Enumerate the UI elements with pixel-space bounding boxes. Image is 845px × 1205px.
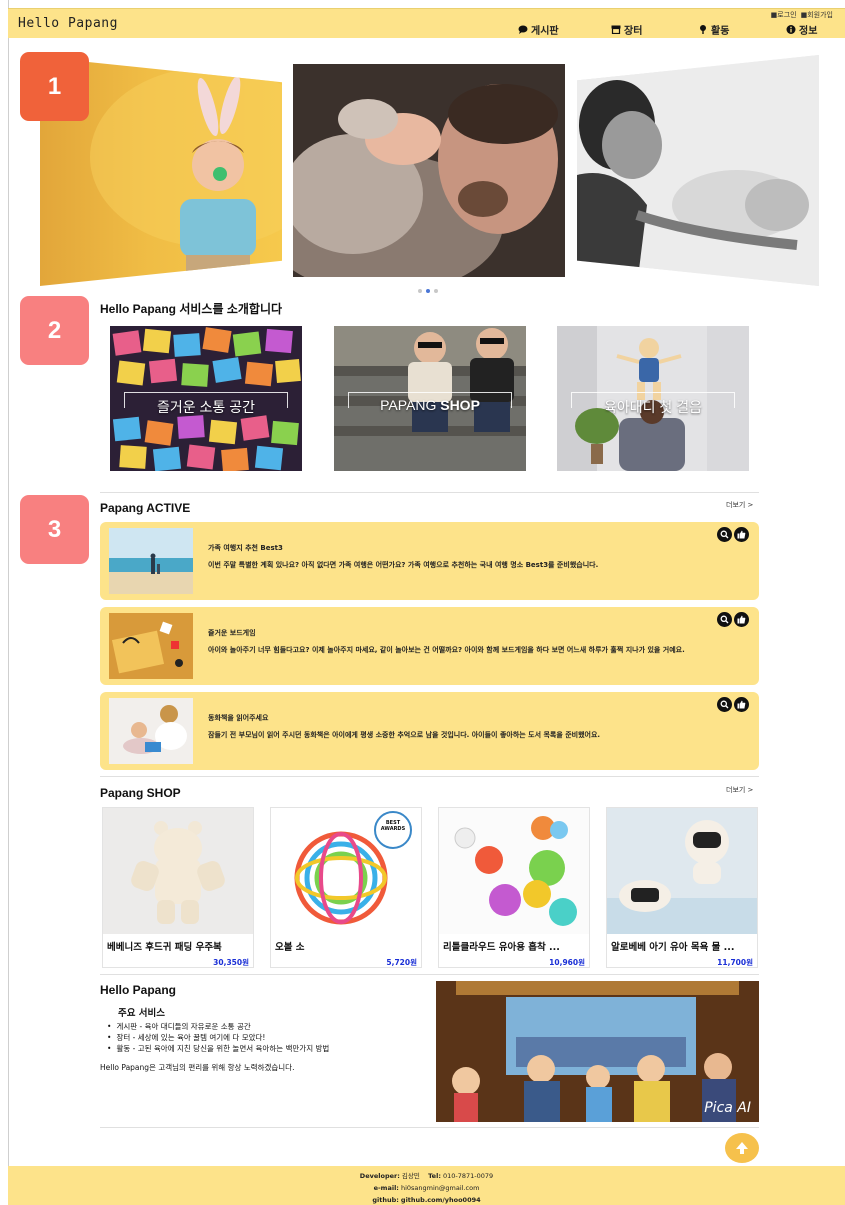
top-navbar: Hello Papang ■로그인 ■회원가입 게시판 장터 활동 정보	[8, 8, 845, 38]
about-note: Hello Papang은 고객님의 편리를 위해 항상 노력하겠습니다.	[100, 1063, 295, 1072]
store-icon	[611, 25, 621, 34]
carousel-dots	[418, 289, 438, 293]
active-item-actions	[717, 612, 749, 627]
divider	[100, 492, 759, 493]
main-nav: 게시판 장터 활동 정보	[518, 22, 838, 37]
active-card[interactable]: 즐거운 보드게임 아이와 놀아주기 너무 힘들다고요? 이제 놀아주지 마세요,…	[100, 607, 759, 685]
family-cinema-illustration: Pica AI	[436, 981, 759, 1122]
active-item-title: 동화책을 읽어주세요	[208, 714, 269, 722]
nav-item-board[interactable]: 게시판	[518, 22, 559, 37]
divider	[100, 974, 759, 975]
active-item-actions	[717, 527, 749, 542]
shop-more-link[interactable]: 더보기 >	[726, 785, 753, 795]
footer-email-line: e-mail: hi0sangmin@gmail.com	[373, 1184, 480, 1192]
carousel-slide-active[interactable]	[293, 64, 565, 277]
login-link[interactable]: ■로그인	[771, 10, 797, 20]
product-image	[439, 808, 589, 934]
search-icon[interactable]	[717, 612, 732, 627]
auth-links: ■로그인 ■회원가입	[771, 10, 833, 20]
step-badge-2: 2	[20, 296, 89, 365]
carousel-dot-active[interactable]	[426, 289, 430, 293]
product-price: 5,720원	[386, 958, 417, 967]
product-name: 리틀클라우드 유아용 흡착 ...	[443, 942, 560, 953]
father-kissing-baby-photo	[577, 55, 819, 286]
about-title: Hello Papang	[100, 983, 177, 997]
pin-icon	[700, 25, 706, 34]
brand-logo[interactable]: Hello Papang	[18, 16, 118, 31]
nav-item-market[interactable]: 장터	[611, 22, 642, 37]
active-card[interactable]: 동화책을 읽어주세요 잠들기 전 부모님이 읽어 주시던 동화책은 아이에게 평…	[100, 692, 759, 770]
active-item-title: 가족 여행지 추천 Best3	[208, 544, 283, 552]
services-title: Hello Papang 서비스를 소개합니다	[100, 302, 283, 316]
nav-label: 정보	[799, 26, 818, 37]
service-card-first-steps[interactable]: 육아대디 첫 걸음	[557, 326, 749, 471]
nav-item-info[interactable]: 정보	[786, 22, 817, 37]
divider	[100, 1127, 759, 1128]
footer-github-line: github: github.com/yhoo0094	[372, 1196, 481, 1204]
service-card-shop[interactable]: PAPANG SHOP	[334, 326, 526, 471]
nav-item-activity[interactable]: 활동	[698, 22, 729, 37]
nav-label: 장터	[624, 26, 643, 37]
footer: Developer: 김상민 Tel: 010-7871-0079 e-mail…	[8, 1166, 845, 1205]
email-link[interactable]: hi0sangmin@gmail.com	[401, 1184, 479, 1192]
active-card[interactable]: 가족 여행지 추천 Best3 이번 주말 특별한 계획 있나요? 아직 없다면…	[100, 522, 759, 600]
product-price: 11,700원	[717, 958, 753, 967]
service-card-community[interactable]: 즐거운 소통 공간	[110, 326, 302, 471]
carousel-slide-next[interactable]	[577, 55, 819, 286]
about-subtitle: 주요 서비스	[118, 1008, 166, 1019]
product-price: 10,960원	[549, 958, 585, 967]
product-card[interactable]: 베베니즈 후드귀 패딩 우주복 30,350원	[102, 807, 254, 968]
shop-title: Papang SHOP	[100, 786, 181, 800]
signup-link[interactable]: ■회원가입	[801, 10, 833, 20]
active-item-desc: 이번 주말 특별한 계획 있나요? 아직 없다면 가족 여행은 어떤가요? 가족…	[208, 561, 599, 569]
github-link[interactable]: github.com/yhoo0094	[401, 1196, 481, 1204]
active-more-link[interactable]: 더보기 >	[726, 500, 753, 510]
divider	[100, 776, 759, 777]
chat-bubble-icon	[518, 25, 528, 34]
footer-developer-line: Developer: 김상민 Tel: 010-7871-0079	[359, 1172, 494, 1180]
active-item-actions	[717, 697, 749, 712]
board-game-thumbnail	[109, 613, 193, 679]
active-item-desc: 잠들기 전 부모님이 읽어 주시던 동화책은 아이에게 평생 소중한 추억으로 …	[208, 731, 601, 739]
mother-reading-thumbnail	[109, 698, 193, 764]
product-name: 오볼 소	[275, 942, 305, 953]
list-item: 장터 - 세상에 있는 육아 꿀템 여기에 다 모았다!	[107, 1032, 329, 1043]
arrow-up-icon	[736, 1142, 748, 1154]
active-item-desc: 아이와 놀아주기 너무 힘들다고요? 이제 놀아주지 마세요, 같이 놀아보는 …	[208, 646, 685, 654]
product-image	[103, 808, 253, 934]
step-badge-3: 3	[20, 495, 89, 564]
product-name: 알로베베 아기 유아 목욕 물 ...	[611, 942, 735, 953]
pica-ai-watermark: Pica AI	[704, 1100, 751, 1116]
search-icon[interactable]	[717, 527, 732, 542]
carousel-dot[interactable]	[434, 289, 438, 293]
beach-family-thumbnail	[109, 528, 193, 594]
list-item: 게시판 - 육아 대디들의 자유로운 소통 공간	[107, 1021, 329, 1032]
list-item: 활동 - 고된 육아에 지친 당신을 위한 놀면서 육아하는 백만가지 방법	[107, 1043, 329, 1054]
thumbs-up-icon[interactable]	[734, 697, 749, 712]
product-name: 베베니즈 후드귀 패딩 우주복	[107, 942, 222, 953]
nav-label: 게시판	[531, 26, 559, 37]
service-list: 게시판 - 육아 대디들의 자유로운 소통 공간 장터 - 세상에 있는 육아 …	[107, 1021, 329, 1054]
active-title: Papang ACTIVE	[100, 501, 191, 515]
search-icon[interactable]	[717, 697, 732, 712]
scroll-to-top-button[interactable]	[725, 1133, 759, 1163]
award-badge: BEST AWARDS	[380, 820, 406, 832]
product-image	[607, 808, 757, 934]
step-badge-1: 1	[20, 52, 89, 121]
carousel-dot[interactable]	[418, 289, 422, 293]
nav-label: 활동	[711, 26, 730, 37]
father-and-newborn-photo	[293, 64, 565, 277]
product-price: 30,350원	[213, 958, 249, 967]
service-label: 즐거운 소통 공간	[157, 399, 255, 415]
service-label: 육아대디 첫 걸음	[604, 399, 702, 415]
product-card[interactable]: BEST AWARDS 오볼 소 5,720원	[270, 807, 422, 968]
thumbs-up-icon[interactable]	[734, 527, 749, 542]
info-icon	[786, 25, 796, 34]
product-image: BEST AWARDS	[271, 808, 421, 934]
active-item-title: 즐거운 보드게임	[208, 629, 256, 637]
product-card[interactable]: 알로베베 아기 유아 목욕 물 ... 11,700원	[606, 807, 758, 968]
service-label: PAPANG SHOP	[380, 397, 480, 413]
thumbs-up-icon[interactable]	[734, 612, 749, 627]
product-card[interactable]: 리틀클라우드 유아용 흡착 ... 10,960원	[438, 807, 590, 968]
